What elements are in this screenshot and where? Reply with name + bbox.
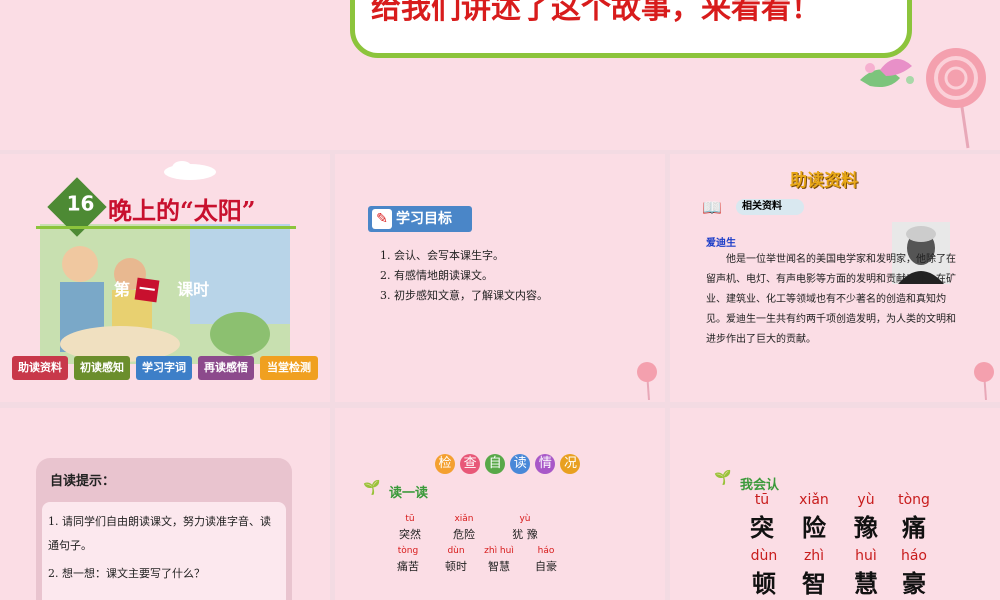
recognize-label: 我会认: [740, 478, 780, 493]
pinyin: zhì huì: [484, 546, 514, 556]
goal-item: 1. 会认、会写本课生字。: [380, 249, 504, 262]
heading-char: 查: [460, 454, 481, 474]
pinyin: zhì: [803, 548, 825, 564]
pinyin: háo: [537, 546, 555, 556]
pinyin: huì: [855, 548, 877, 564]
speech-bubble: 给我们讲述了这个故事，来看看！: [350, 0, 912, 58]
nav-button-test[interactable]: 当堂检测: [260, 356, 318, 380]
period-label: 第 一 课时: [114, 276, 210, 303]
heading-char: 检: [435, 454, 455, 474]
hint-title: 自读提示：: [50, 474, 116, 489]
hint-list: 1. 请同学们自由朗读课文，努力读准字音、读通句子。 2. 想一想：课文主要写了…: [42, 502, 286, 600]
character: 豪: [902, 569, 926, 598]
top-slide: 给我们讲述了这个故事，来看看！: [0, 0, 1000, 150]
word: 自豪: [535, 560, 557, 573]
pinyin: yù: [519, 514, 531, 524]
hint-card: 自读提示： 1. 请同学们自由朗读课文，努力读准字音、读通句子。 2. 想一想：…: [36, 458, 292, 600]
character: 痛: [902, 513, 926, 542]
word: 顿时: [445, 560, 467, 573]
character: 智: [802, 569, 826, 598]
lollipop-icon: [974, 362, 994, 400]
lollipop-icon: [637, 362, 657, 400]
self-reading-slide: 自读提示： 1. 请同学们自由朗读课文，努力读准字音、读通句子。 2. 想一想：…: [0, 408, 330, 600]
read-aloud-label: 读一读: [389, 486, 429, 501]
word: 危险: [453, 528, 475, 541]
pinyin: dùn: [750, 548, 778, 564]
pinyin: xiǎn: [454, 514, 474, 524]
word: 突然: [399, 528, 421, 541]
plant-icon: 🌱: [714, 470, 732, 486]
character-recognition-slide: 🌱 我会认 tū 突 xiǎn 险 yù 豫 tòng 痛 dùn 顿 zhì …: [670, 408, 1000, 600]
nav-button-words[interactable]: 学习字词: [136, 356, 192, 380]
learning-goals-slide: ✎ 学习目标 1. 会认、会写本课生字。 2. 有感情地朗读课文。 3. 初步感知…: [335, 154, 665, 402]
related-material-tag: 相关资料: [736, 199, 804, 215]
banner-text: 给我们讲述了这个故事，来看看！: [371, 0, 821, 26]
nav-button-reading-material[interactable]: 助读资料: [12, 356, 68, 380]
word: 痛苦: [397, 560, 419, 573]
goals-tag: ✎ 学习目标: [368, 206, 472, 232]
check-reading-slide: 检 查 自 读 情 况 🌱 读一读 tū 突然 xiǎn 危险 yù 犹 豫 t…: [335, 408, 665, 600]
material-body: 他是一位举世闻名的美国电学家和发明家，他除了在留声机、电灯、有声电影等方面的发明…: [706, 254, 956, 345]
heading-char: 况: [560, 454, 581, 474]
character: 突: [750, 513, 774, 542]
character: 慧: [854, 569, 878, 598]
hint-item: 2. 想一想：课文主要写了什么？: [48, 567, 205, 580]
nav-button-reread[interactable]: 再读感悟: [198, 356, 254, 380]
pinyin: tòng: [397, 546, 419, 556]
pinyin: tòng: [898, 492, 930, 508]
period-prefix: 第: [114, 280, 131, 299]
pinyin: tū: [754, 492, 770, 508]
pen-icon: ✎: [372, 209, 392, 229]
character: 豫: [854, 513, 878, 542]
word: 犹 豫: [512, 528, 538, 541]
heading-char: 读: [510, 454, 531, 474]
goal-item: 2. 有感情地朗读课文。: [380, 269, 493, 282]
material-heading: 助读资料: [790, 171, 858, 191]
lesson-cover-slide: 16 晚上的“太阳” 第 一 课时 助读资料 初读感知 学习字词 再读感悟 当堂…: [0, 154, 330, 402]
period-suffix: 课时: [177, 280, 210, 299]
pinyin: háo: [900, 548, 928, 564]
lesson-number: 16: [66, 191, 95, 216]
goals-tag-label: 学习目标: [396, 211, 452, 227]
goal-item: 3. 初步感知文意，了解课文内容。: [380, 289, 548, 302]
pinyin: tū: [405, 514, 415, 524]
plant-icon: 🌱: [363, 480, 381, 496]
period-number: 一: [134, 277, 160, 303]
check-heading: 检 查 自 读 情 况: [435, 452, 581, 474]
lesson-title: 晚上的“太阳”: [108, 196, 256, 225]
cloud-icon: [164, 161, 216, 180]
nav-button-first-reading[interactable]: 初读感知: [74, 356, 130, 380]
character: 顿: [752, 569, 776, 598]
reading-material-slide: 助读资料 📖 相关资料 爱迪生 他是一位举世闻名的美国电学家和发明家，他除了在留…: [670, 154, 1000, 402]
pinyin: xiǎn: [799, 492, 829, 508]
book-icon: 📖: [702, 198, 722, 217]
title-underline: [36, 226, 296, 229]
pinyin: yù: [857, 492, 875, 508]
heading-char: 自: [485, 454, 506, 474]
word: 智慧: [488, 560, 510, 573]
person-name: 爱迪生: [706, 238, 736, 249]
hint-item: 1. 请同学们自由朗读课文，努力读准字音、读通句子。: [48, 515, 271, 552]
lollipop-decoration: [860, 48, 986, 149]
character: 险: [802, 513, 826, 542]
pinyin: dùn: [447, 546, 465, 556]
heading-char: 情: [535, 454, 556, 474]
goals-list: 1. 会认、会写本课生字。 2. 有感情地朗读课文。 3. 初步感知文意，了解课…: [380, 246, 548, 306]
